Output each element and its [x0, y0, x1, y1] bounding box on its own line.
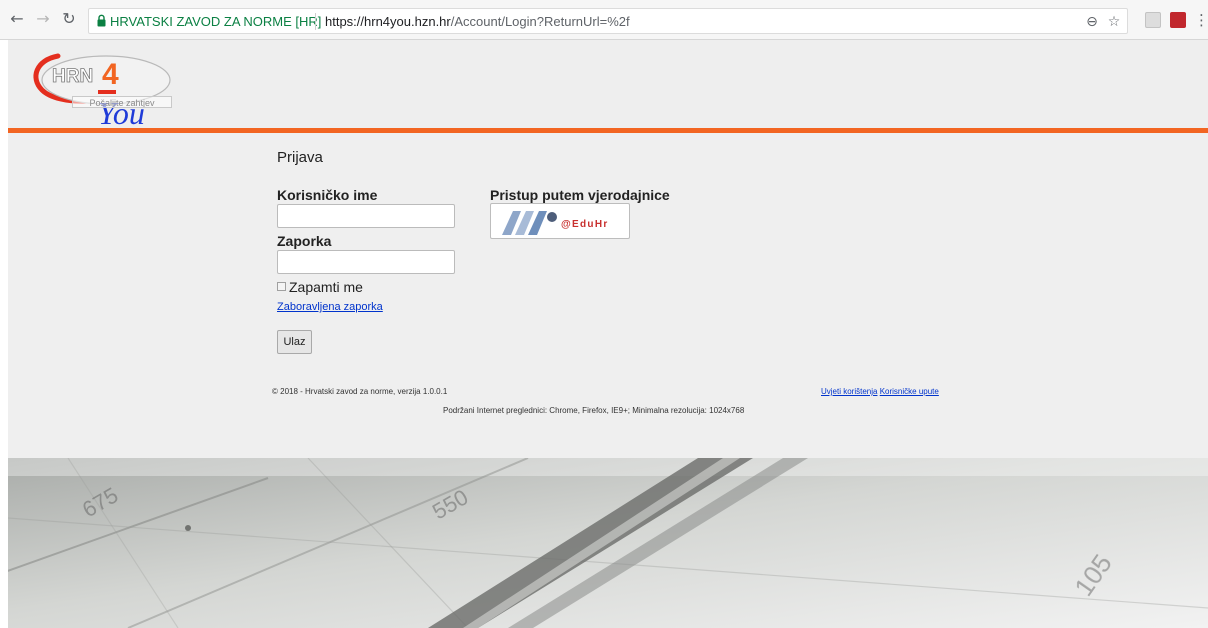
aai-eduhr-button[interactable]: @EduHr [490, 203, 630, 239]
logo-subtext: Pošaljite zahtjev [72, 96, 172, 108]
forgot-password-link[interactable]: Zaboravljena zaporka [277, 301, 383, 314]
browser-window: ← → ↻ HRVATSKI ZAVOD ZA NORME [HR] https… [0, 0, 1208, 628]
svg-text:HRN: HRN [52, 66, 93, 87]
star-icon[interactable]: ☆ [1105, 13, 1123, 31]
remember-label: Zapamti me [289, 279, 363, 295]
site-header: HRN 4 You Pošaljite zahtjev [8, 40, 1208, 130]
aai-logo-icon [502, 211, 557, 235]
terms-link[interactable]: Uvjeti korištenja [821, 387, 877, 396]
password-input[interactable] [277, 250, 455, 274]
menu-icon[interactable]: ⋮ [1194, 11, 1208, 29]
svg-text:4: 4 [102, 58, 119, 91]
user-manual-link[interactable]: Korisničke upute [880, 387, 939, 396]
extension-icon[interactable] [1145, 12, 1161, 28]
login-button[interactable]: Ulaz [277, 330, 312, 354]
username-label: Korisničko ime [277, 187, 378, 203]
footer-links: Uvjeti korištenja Korisničke upute [821, 387, 939, 397]
zoom-icon[interactable]: ⊖ [1083, 13, 1101, 31]
federated-login-heading: Pristup putem vjerodajnice [490, 187, 670, 203]
url-text[interactable]: https://hrn4you.hzn.hr/Account/Login?Ret… [325, 14, 630, 30]
secure-site-label: HRVATSKI ZAVOD ZA NORME [HR] [110, 14, 322, 29]
forward-icon[interactable]: → [34, 10, 52, 28]
hrn4you-logo[interactable]: HRN 4 You [28, 46, 188, 130]
browser-toolbar: ← → ↻ HRVATSKI ZAVOD ZA NORME [HR] https… [0, 0, 1208, 40]
address-separator [315, 13, 316, 30]
username-input[interactable] [277, 204, 455, 228]
background-photo: 675 550 105 [8, 458, 1208, 628]
address-bar[interactable]: HRVATSKI ZAVOD ZA NORME [HR] https://hrn… [88, 8, 1128, 34]
pdf-extension-icon[interactable] [1170, 12, 1186, 28]
login-title: Prijava [277, 149, 323, 166]
aai-provider-label: @EduHr [561, 219, 609, 230]
reload-icon[interactable]: ↻ [60, 10, 78, 28]
remember-me[interactable]: Zapamti me [277, 279, 363, 295]
url-path: /Account/Login?ReturnUrl=%2f [450, 14, 630, 29]
back-icon[interactable]: ← [8, 10, 26, 28]
remember-checkbox[interactable] [277, 282, 286, 291]
header-accent-bar [8, 128, 1208, 133]
supported-browsers-note: Podržani Internet preglednici: Chrome, F… [443, 406, 745, 415]
page-content: HRN 4 You Pošaljite zahtjev Prijava Kori… [8, 40, 1208, 628]
lock-icon [97, 14, 106, 27]
footer-copyright: © 2018 - Hrvatski zavod za norme, verzij… [272, 387, 448, 396]
password-label: Zaporka [277, 233, 332, 249]
url-host: https://hrn4you.hzn.hr [325, 14, 451, 29]
